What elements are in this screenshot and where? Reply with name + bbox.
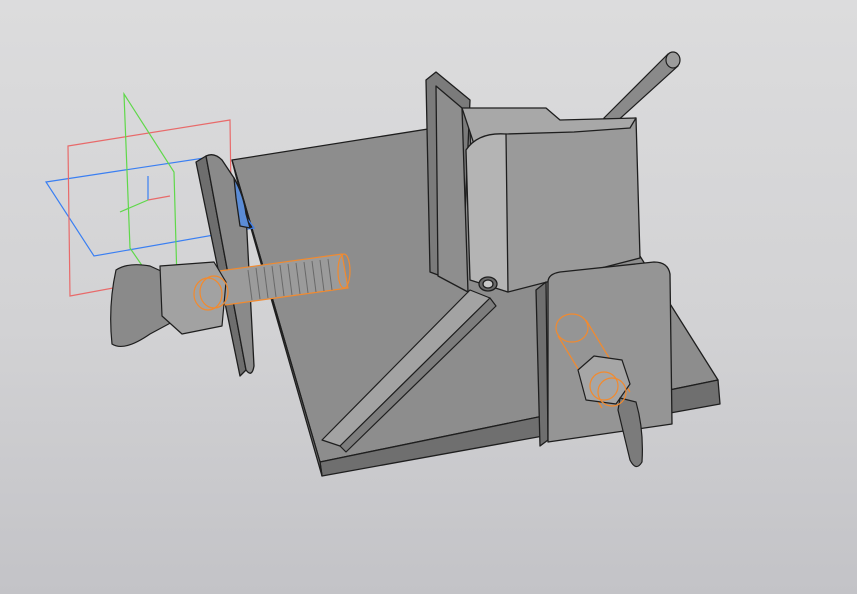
right-clamp-front	[547, 261, 673, 443]
bracket-hole-inner	[482, 279, 494, 289]
model-scene[interactable]	[0, 0, 857, 594]
left-clamp-nut[interactable]	[110, 261, 229, 347]
left-nut-body	[159, 261, 227, 335]
bracket-inner-corner	[465, 133, 509, 293]
3d-viewport[interactable]	[0, 0, 857, 594]
corner-bracket[interactable]	[425, 71, 641, 293]
rear-rod[interactable]	[603, 51, 681, 125]
right-clamp-plate[interactable]	[535, 261, 673, 447]
rear-rod-end	[665, 51, 681, 69]
